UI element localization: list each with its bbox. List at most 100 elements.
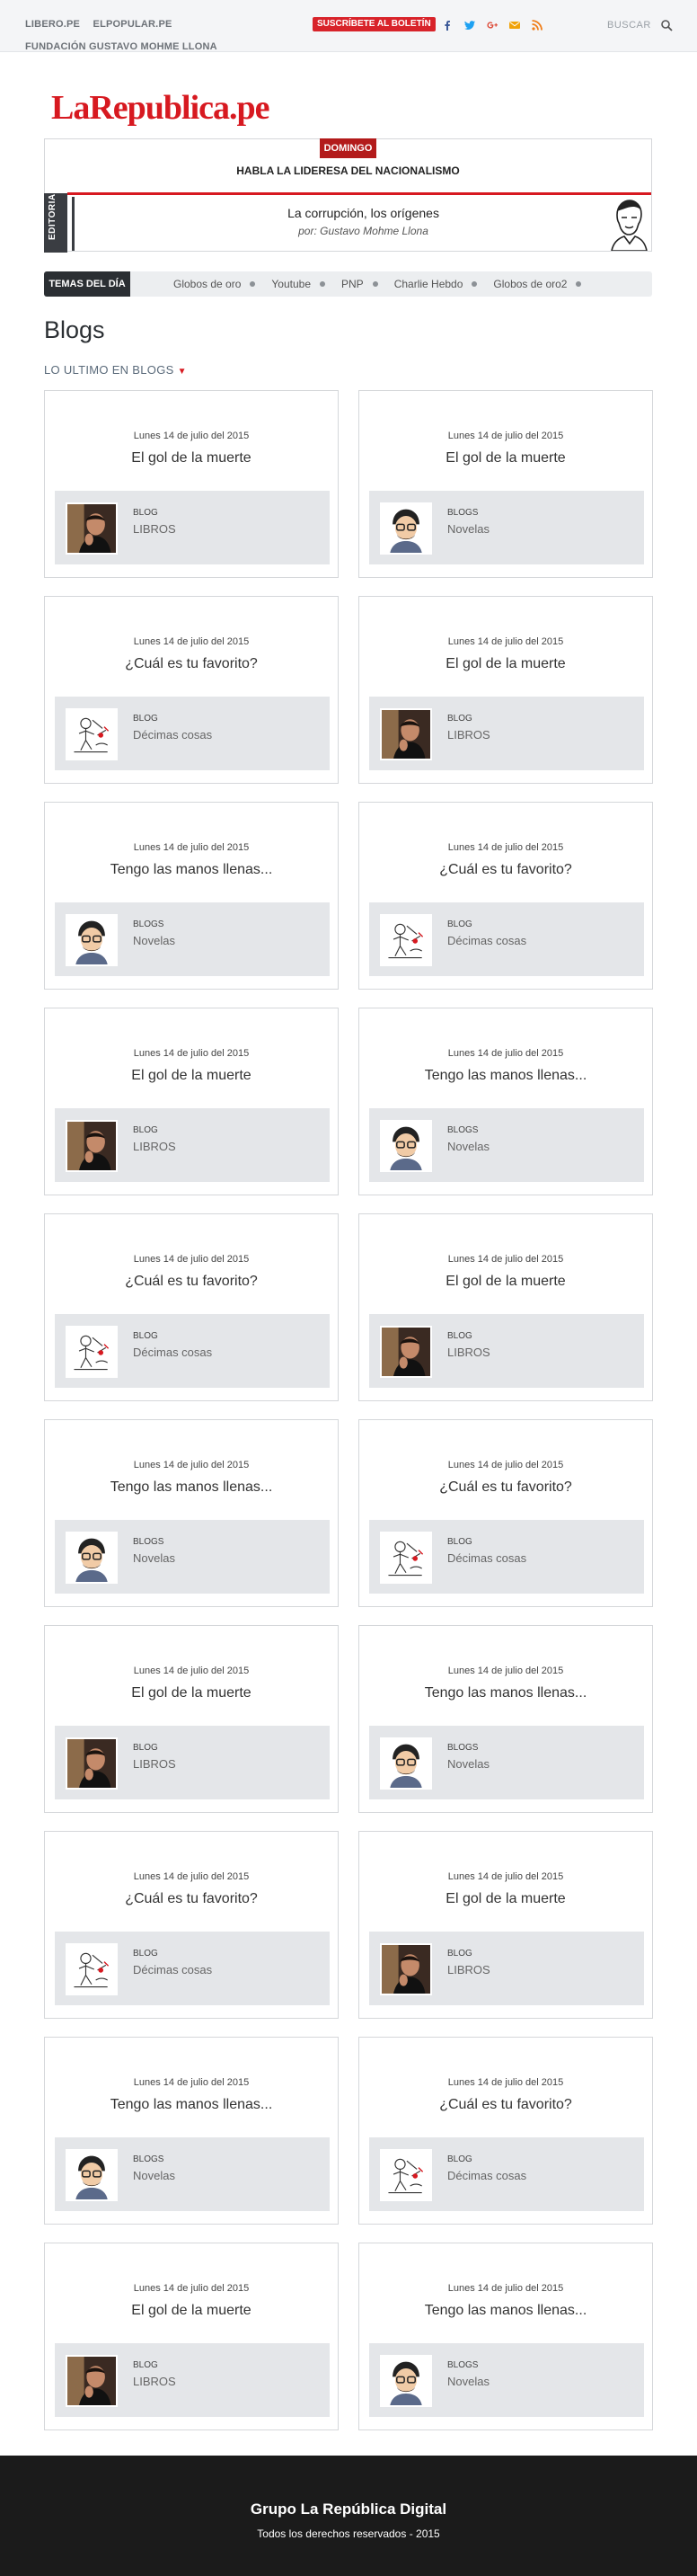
card-title[interactable]: ¿Cuál es tu favorito? (45, 1274, 338, 1290)
blog-card[interactable]: Lunes 14 de julio del 2015 Tengo las mano… (44, 2037, 339, 2225)
card-title[interactable]: ¿Cuál es tu favorito? (359, 2097, 652, 2113)
topic-link[interactable]: Charlie Hebdo (394, 271, 463, 297)
card-author-box[interactable]: BLOG LIBROS (55, 1726, 330, 1799)
card-category[interactable]: BLOG (447, 919, 472, 929)
card-subcategory[interactable]: LIBROS (447, 1346, 490, 1359)
card-category[interactable]: BLOGS (133, 2154, 163, 2164)
card-author-box[interactable]: BLOGS Novelas (369, 1726, 644, 1799)
card-subcategory[interactable]: Novelas (133, 1551, 175, 1565)
blog-card[interactable]: Lunes 14 de julio del 2015 ¿Cuál es tu fa… (44, 1213, 339, 1401)
card-category[interactable]: BLOG (447, 2154, 472, 2164)
card-subcategory[interactable]: LIBROS (133, 2375, 176, 2388)
search-icon[interactable] (660, 19, 673, 31)
editorial-headline[interactable]: HABLA LA LIDERESA DEL NACIONALISMO (45, 164, 651, 177)
card-category[interactable]: BLOG (447, 1331, 472, 1341)
blog-card[interactable]: Lunes 14 de julio del 2015 Tengo las mano… (44, 1419, 339, 1607)
cartoon-man-icon[interactable] (380, 1737, 432, 1790)
card-author-box[interactable]: BLOG Décimas cosas (369, 1520, 644, 1594)
card-subcategory[interactable]: Novelas (447, 2375, 490, 2388)
sketch-icon[interactable] (66, 1943, 118, 1995)
card-subcategory[interactable]: LIBROS (447, 728, 490, 742)
card-title[interactable]: Tengo las manos llenas... (359, 1685, 652, 1701)
blog-card[interactable]: Lunes 14 de julio del 2015 Tengo las mano… (358, 1008, 653, 1195)
cartoon-man-icon[interactable] (66, 1532, 118, 1584)
topic-link[interactable]: Youtube (271, 271, 311, 297)
card-subcategory[interactable]: Décimas cosas (447, 934, 526, 947)
subscribe-newsletter-button[interactable]: SUSCRÍBETE AL BOLETÍN (313, 17, 436, 31)
card-author-box[interactable]: BLOG Décimas cosas (55, 1932, 330, 2005)
blog-card[interactable]: Lunes 14 de julio del 2015 El gol de la m… (358, 390, 653, 578)
card-author-box[interactable]: BLOG Décimas cosas (55, 1314, 330, 1388)
blog-card[interactable]: Lunes 14 de julio del 2015 El gol de la m… (44, 1625, 339, 1813)
card-subcategory[interactable]: Décimas cosas (447, 1551, 526, 1565)
search-label[interactable]: BUSCAR (607, 20, 651, 31)
cartoon-man-icon[interactable] (66, 2149, 118, 2201)
card-title[interactable]: ¿Cuál es tu favorito? (45, 1891, 338, 1907)
card-title[interactable]: El gol de la muerte (45, 2303, 338, 2319)
blog-card[interactable]: Lunes 14 de julio del 2015 Tengo las mano… (358, 1625, 653, 1813)
blog-card[interactable]: Lunes 14 de julio del 2015 ¿Cuál es tu fa… (44, 1831, 339, 2019)
google-plus-icon[interactable] (487, 20, 498, 31)
card-subcategory[interactable]: Novelas (133, 934, 175, 947)
card-subcategory[interactable]: LIBROS (133, 1757, 176, 1771)
card-title[interactable]: El gol de la muerte (359, 450, 652, 466)
card-subcategory[interactable]: LIBROS (133, 1140, 176, 1153)
card-category[interactable]: BLOGS (447, 2360, 478, 2370)
photo-man-icon[interactable] (380, 1943, 432, 1995)
blog-card[interactable]: Lunes 14 de julio del 2015 El gol de la m… (358, 1831, 653, 2019)
cartoon-man-icon[interactable] (380, 2355, 432, 2407)
card-title[interactable]: El gol de la muerte (359, 656, 652, 672)
card-subcategory[interactable]: Décimas cosas (133, 1346, 212, 1359)
photo-man-icon[interactable] (380, 708, 432, 760)
editorial-title[interactable]: La corrupción, los orígenes (75, 206, 652, 220)
card-category[interactable]: BLOG (133, 508, 158, 518)
card-author-box[interactable]: BLOGS Novelas (369, 2343, 644, 2417)
photo-man-icon[interactable] (66, 2355, 118, 2407)
card-subcategory[interactable]: Décimas cosas (133, 1963, 212, 1976)
photo-man-icon[interactable] (66, 1120, 118, 1172)
card-subcategory[interactable]: Novelas (447, 1140, 490, 1153)
blog-card[interactable]: Lunes 14 de julio del 2015 El gol de la m… (44, 1008, 339, 1195)
chevron-down-icon[interactable]: ▼ (178, 367, 187, 377)
card-title[interactable]: Tengo las manos llenas... (45, 2097, 338, 2113)
card-author-box[interactable]: BLOG LIBROS (55, 1108, 330, 1182)
topic-link[interactable]: Globos de oro2 (493, 271, 567, 297)
card-category[interactable]: BLOGS (447, 1125, 478, 1135)
blog-card[interactable]: Lunes 14 de julio del 2015 El gol de la m… (358, 596, 653, 784)
card-title[interactable]: El gol de la muerte (359, 1891, 652, 1907)
card-author-box[interactable]: BLOGS Novelas (55, 902, 330, 976)
card-author-box[interactable]: BLOGS Novelas (369, 491, 644, 564)
sketch-icon[interactable] (66, 1326, 118, 1378)
card-subcategory[interactable]: Décimas cosas (447, 2169, 526, 2182)
sketch-icon[interactable] (380, 914, 432, 966)
card-author-box[interactable]: BLOGS Novelas (55, 1520, 330, 1594)
blog-card[interactable]: Lunes 14 de julio del 2015 ¿Cuál es tu fa… (358, 1419, 653, 1607)
blog-card[interactable]: Lunes 14 de julio del 2015 ¿Cuál es tu fa… (358, 2037, 653, 2225)
card-subcategory[interactable]: Novelas (447, 522, 490, 536)
cartoon-man-icon[interactable] (66, 914, 118, 966)
blog-card[interactable]: Lunes 14 de julio del 2015 ¿Cuál es tu fa… (358, 802, 653, 990)
card-subcategory[interactable]: LIBROS (133, 522, 176, 536)
card-category[interactable]: BLOG (133, 2360, 158, 2370)
cartoon-man-icon[interactable] (380, 1120, 432, 1172)
card-title[interactable]: El gol de la muerte (45, 1068, 338, 1084)
partner-link[interactable]: FUNDACIÓN GUSTAVO MOHME LLONA (25, 37, 217, 58)
card-subcategory[interactable]: Novelas (133, 2169, 175, 2182)
card-category[interactable]: BLOG (133, 1331, 158, 1341)
card-title[interactable]: Tengo las manos llenas... (359, 2303, 652, 2319)
card-title[interactable]: El gol de la muerte (45, 450, 338, 466)
topic-link[interactable]: Globos de oro (173, 271, 241, 297)
card-author-box[interactable]: BLOG LIBROS (369, 697, 644, 770)
twitter-icon[interactable] (464, 20, 475, 31)
editorial-panel[interactable]: La corrupción, los orígenes por: Gustavo… (72, 197, 652, 251)
sketch-icon[interactable] (380, 2149, 432, 2201)
card-author-box[interactable]: BLOG Décimas cosas (369, 2137, 644, 2211)
blog-card[interactable]: Lunes 14 de julio del 2015 Tengo las mano… (358, 2243, 653, 2430)
blog-card[interactable]: Lunes 14 de julio del 2015 El gol de la m… (44, 390, 339, 578)
card-title[interactable]: El gol de la muerte (45, 1685, 338, 1701)
card-subcategory[interactable]: Novelas (447, 1757, 490, 1771)
card-category[interactable]: BLOGS (447, 508, 478, 518)
card-author-box[interactable]: BLOG LIBROS (55, 2343, 330, 2417)
site-logo[interactable]: LaRepublica.pe (51, 88, 270, 128)
card-author-box[interactable]: BLOGS Novelas (369, 1108, 644, 1182)
